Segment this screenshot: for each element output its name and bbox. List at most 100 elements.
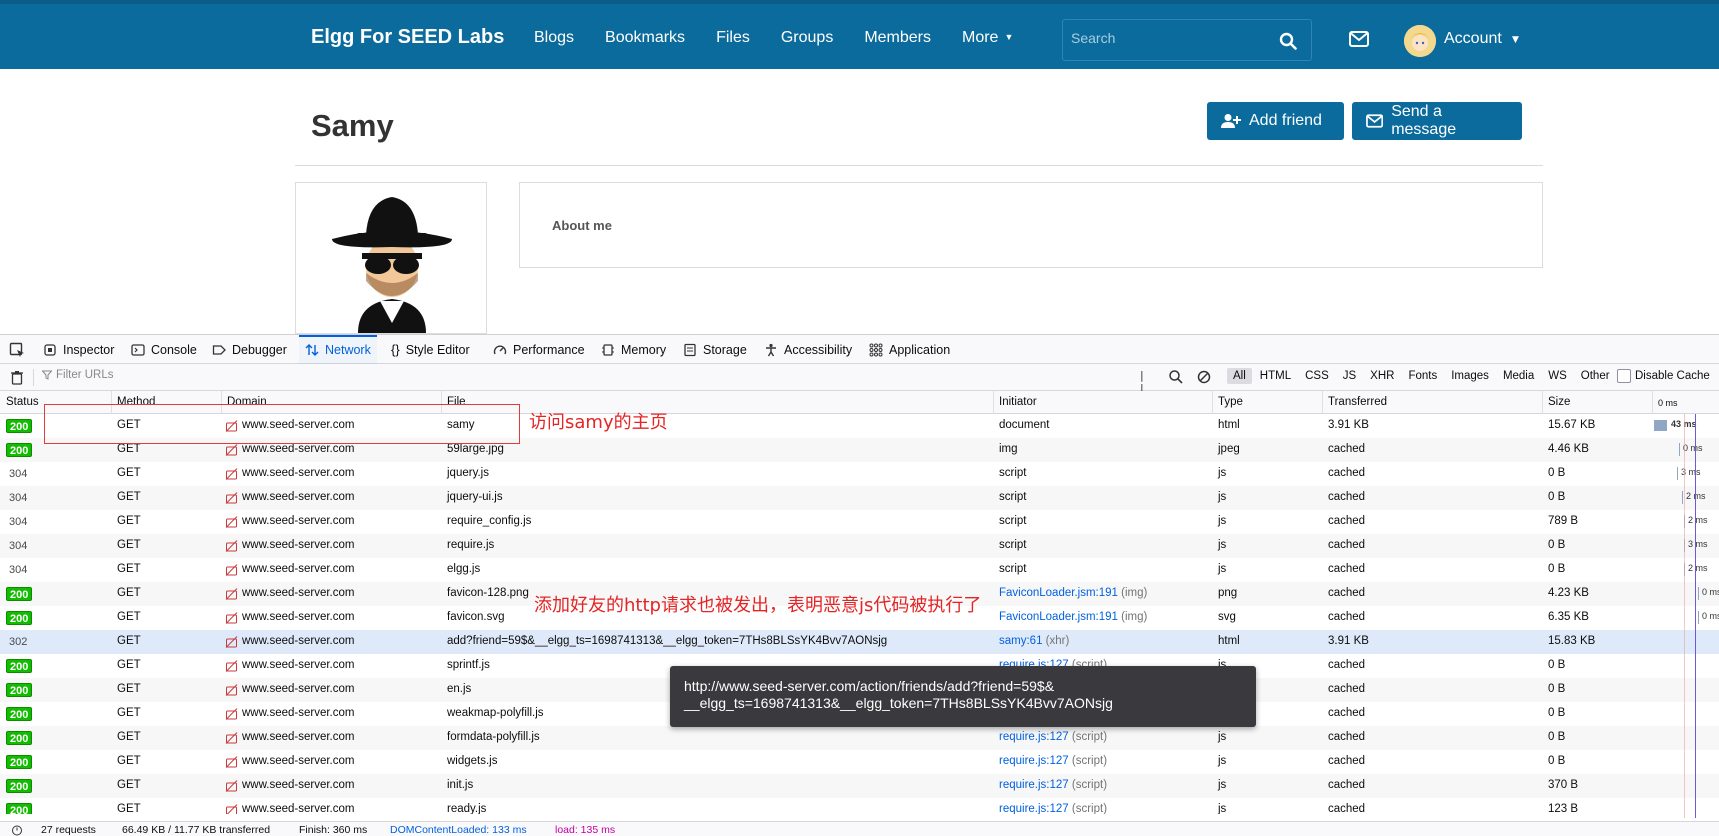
cell-initiator[interactable]: samy:61 (xhr) (999, 635, 1069, 647)
cell-file: sprintf.js (447, 659, 490, 671)
cell-domain: www.seed-server.com (242, 515, 355, 527)
nav-files[interactable]: Files (716, 29, 750, 47)
divider (33, 369, 34, 386)
search-icon[interactable] (1168, 369, 1184, 385)
site-brand[interactable]: Elgg For SEED Labs (311, 26, 504, 49)
status-badge: 200 (6, 707, 33, 721)
filter-images[interactable]: Images (1445, 368, 1495, 384)
nav-more[interactable]: More ▼ (962, 29, 1044, 47)
col-waterfall[interactable]: 0 ms (1658, 398, 1678, 408)
nav-members[interactable]: Members (864, 29, 931, 47)
block-icon[interactable] (1196, 369, 1212, 385)
initiator-source[interactable]: require.js:127 (999, 803, 1069, 814)
cell-initiator[interactable]: require.js:127 (script) (999, 731, 1107, 743)
col-type[interactable]: Type (1218, 396, 1243, 408)
tab-console[interactable]: Console (131, 335, 197, 364)
filter-xhr[interactable]: XHR (1364, 368, 1400, 384)
mail-icon[interactable] (1349, 31, 1369, 47)
filter-media[interactable]: Media (1497, 368, 1540, 384)
tab-accessibility[interactable]: Accessibility (764, 335, 852, 364)
filter-js[interactable]: JS (1337, 368, 1362, 384)
table-row[interactable]: 200 GET www.seed-server.com ready.js require… (0, 798, 1719, 814)
cell-size: 15.83 KB (1548, 635, 1596, 647)
profile-avatar[interactable] (295, 182, 487, 334)
tab-memory[interactable]: Memory (601, 335, 666, 364)
pick-element-icon[interactable] (9, 342, 25, 358)
timer-icon[interactable] (11, 824, 23, 836)
table-row[interactable]: 200 GET www.seed-server.com init.js require.… (0, 774, 1719, 798)
initiator-source[interactable]: require.js:127 (999, 779, 1069, 791)
add-friend-button[interactable]: Add friend (1207, 102, 1344, 140)
initiator-source[interactable]: require.js:127 (999, 731, 1069, 743)
cell-initiator[interactable]: require.js:127 (script) (999, 803, 1107, 814)
table-row[interactable]: 304 GET www.seed-server.com require.js scrip… (0, 534, 1719, 558)
cell-initiator[interactable]: require.js:127 (script) (999, 779, 1107, 791)
tab-inspector[interactable]: Inspector (43, 335, 114, 364)
tab-network[interactable]: Network (299, 335, 377, 364)
table-row[interactable]: 200 GET www.seed-server.com formdata-polyfi… (0, 726, 1719, 750)
divider (993, 391, 994, 414)
cell-file: ready.js (447, 803, 487, 814)
status-badge: 200 (6, 587, 33, 601)
cell-type: js (1218, 467, 1227, 479)
trash-icon[interactable] (10, 370, 24, 385)
table-row[interactable]: 304 GET www.seed-server.com require_config.… (0, 510, 1719, 534)
filter-html[interactable]: HTML (1254, 368, 1297, 384)
cell-method: GET (117, 491, 141, 503)
tab-debugger[interactable]: Debugger (212, 335, 287, 364)
search-input[interactable] (1071, 30, 1271, 46)
filter-css[interactable]: CSS (1299, 368, 1335, 384)
tab-application[interactable]: Application (869, 335, 950, 364)
disable-cache-checkbox[interactable] (1617, 369, 1631, 383)
filter-icon (42, 370, 52, 380)
chevron-down-icon[interactable]: ▼ (1512, 35, 1519, 45)
tab-label: Inspector (63, 342, 115, 357)
col-transferred[interactable]: Transferred (1328, 396, 1387, 408)
col-size[interactable]: Size (1548, 396, 1570, 408)
initiator-source[interactable]: require.js:127 (999, 755, 1069, 767)
filter-fonts[interactable]: Fonts (1402, 368, 1443, 384)
send-message-button[interactable]: Send a message (1352, 102, 1522, 140)
table-row[interactable]: 304 GET www.seed-server.com jquery-ui.js scr… (0, 486, 1719, 510)
divider (1542, 391, 1543, 414)
search-icon[interactable] (1279, 32, 1297, 50)
table-row[interactable]: 302 GET www.seed-server.com add?friend=59$&… (0, 630, 1719, 654)
table-row[interactable]: 304 GET www.seed-server.com jquery.js script… (0, 462, 1719, 486)
initiator-cause: (xhr) (1045, 635, 1070, 647)
tab-performance[interactable]: Performance (493, 335, 585, 364)
cell-file: jquery.js (447, 467, 489, 479)
cell-method: GET (117, 467, 141, 479)
col-initiator[interactable]: Initiator (999, 396, 1037, 408)
pause-icon[interactable]: | | (1140, 369, 1156, 395)
col-status[interactable]: Status (6, 396, 39, 408)
disable-cache-toggle[interactable]: Disable Cache (1617, 369, 1710, 383)
tab-style-editor[interactable]: {} Style Editor (391, 335, 470, 364)
tab-storage[interactable]: Storage (683, 335, 747, 364)
initiator-source: script (999, 467, 1027, 479)
initiator-source[interactable]: FaviconLoader.jsm:191 (999, 587, 1118, 599)
table-row[interactable]: 200 GET www.seed-server.com widgets.js requi… (0, 750, 1719, 774)
cell-domain: www.seed-server.com (242, 707, 355, 719)
cell-initiator[interactable]: FaviconLoader.jsm:191 (img) (999, 587, 1147, 599)
annotation-friend-request: 添加好友的http请求也被发出，表明恶意js代码被执行了 (534, 595, 982, 616)
nav-groups[interactable]: Groups (781, 29, 833, 47)
cell-initiator[interactable]: require.js:127 (script) (999, 755, 1107, 767)
cell-size: 0 B (1548, 467, 1566, 479)
cell-domain: www.seed-server.com (242, 491, 355, 503)
cell-initiator[interactable]: FaviconLoader.jsm:191 (img) (999, 611, 1147, 623)
filter-urls-input[interactable]: Filter URLs (42, 369, 114, 381)
cell-domain: www.seed-server.com (242, 611, 355, 623)
insecure-icon (225, 564, 238, 576)
filter-other[interactable]: Other (1575, 368, 1616, 384)
initiator-source[interactable]: samy:61 (999, 635, 1042, 647)
filter-ws[interactable]: WS (1542, 368, 1573, 384)
initiator-source[interactable]: FaviconLoader.jsm:191 (999, 611, 1118, 623)
divider (1212, 391, 1213, 414)
table-row[interactable]: 304 GET www.seed-server.com elgg.js script j… (0, 558, 1719, 582)
nav-blogs[interactable]: Blogs (534, 29, 574, 47)
account-menu[interactable]: Account (1444, 30, 1502, 48)
account-avatar[interactable] (1404, 25, 1436, 57)
filter-all[interactable]: All (1227, 368, 1252, 384)
nav-bookmarks[interactable]: Bookmarks (605, 29, 685, 47)
chevron-down-icon: ▼ (1004, 32, 1014, 42)
